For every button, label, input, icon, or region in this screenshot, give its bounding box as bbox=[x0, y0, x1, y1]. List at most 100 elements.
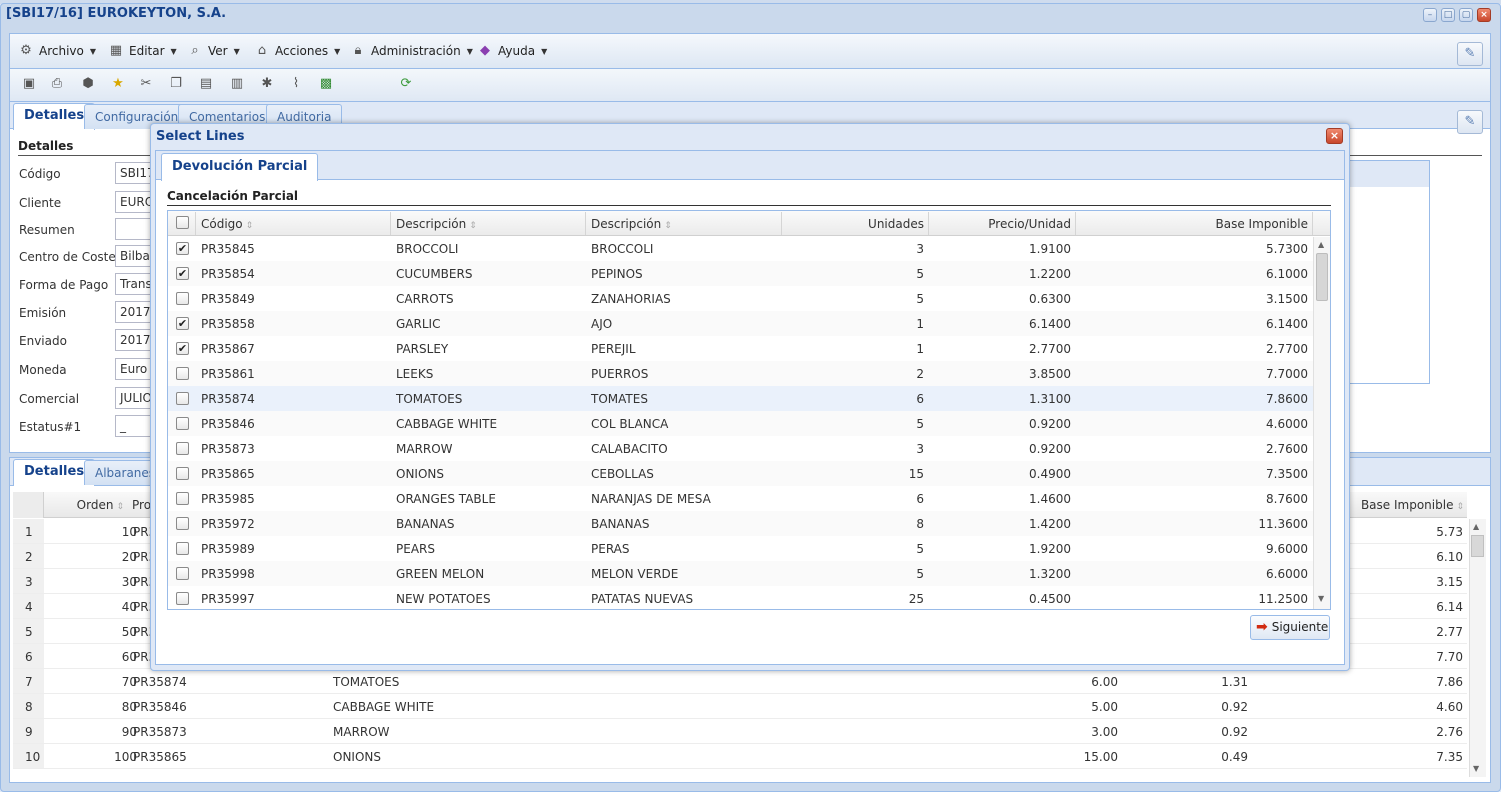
delete-icon[interactable]: ⬢ bbox=[79, 75, 97, 93]
tab-devolucion-parcial[interactable]: Devolución Parcial bbox=[161, 153, 319, 181]
table-row[interactable]: PR35985 ORANGES TABLE NARANJAS DE MESA 6 1.4… bbox=[168, 486, 1313, 511]
field-centro-coste[interactable]: Bilbao bbox=[115, 245, 155, 267]
menu-ver[interactable]: ⌕ Ver ▼ bbox=[187, 43, 239, 59]
cut-icon[interactable]: ✂ bbox=[137, 75, 155, 93]
tab-lineas-detalles[interactable]: Detalles bbox=[13, 459, 96, 486]
menu-editar[interactable]: ▦ Editar ▼ bbox=[108, 43, 177, 59]
save-icon[interactable]: ▣ bbox=[20, 75, 38, 93]
attach-icon[interactable]: ⌇ bbox=[287, 75, 305, 93]
cell-base-imponible: 7.86 bbox=[1436, 675, 1463, 689]
col-header-orden[interactable]: Orden ⇕ bbox=[60, 498, 124, 512]
menu-archivo[interactable]: ⚙ Archivo ▼ bbox=[18, 43, 96, 59]
col-header-base-imponible[interactable]: Base Imponible ⇕ bbox=[1340, 498, 1464, 512]
field-moneda[interactable]: Euro bbox=[115, 358, 155, 380]
table-row[interactable]: PR35873 MARROW CALABACITO 3 0.9200 2.7600 bbox=[168, 436, 1313, 461]
table-row[interactable]: PR35874 TOMATOES TOMATES 6 1.3100 7.8600 bbox=[168, 386, 1313, 411]
window-restore-button[interactable]: □ bbox=[1441, 8, 1455, 22]
col-header-producto[interactable]: Pro bbox=[132, 498, 151, 512]
dialog-close-button[interactable]: × bbox=[1326, 128, 1343, 144]
refresh-icon[interactable]: ⟳ bbox=[397, 75, 415, 93]
table-row[interactable]: ✔ PR35845 BROCCOLI BROCCOLI 3 1.9100 5.7300 bbox=[168, 236, 1313, 261]
row-checkbox[interactable] bbox=[176, 592, 189, 605]
field-codigo[interactable]: SBI17 bbox=[115, 162, 155, 184]
col-header-precio-unidad[interactable]: Precio/Unidad bbox=[931, 217, 1071, 231]
excel-icon[interactable]: ▩ bbox=[317, 75, 335, 93]
window-close-button[interactable]: × bbox=[1477, 8, 1491, 22]
window-maximize-button[interactable]: ▢ bbox=[1459, 8, 1473, 22]
row-checkbox[interactable] bbox=[176, 417, 189, 430]
field-emision[interactable]: 2017-0 bbox=[115, 301, 155, 323]
select-grid-scroll-thumb[interactable] bbox=[1316, 253, 1328, 301]
row-checkbox[interactable] bbox=[176, 517, 189, 530]
table-row[interactable]: ✔ PR35858 GARLIC AJO 1 6.1400 6.1400 bbox=[168, 311, 1313, 336]
col-header-unidades[interactable]: Unidades bbox=[784, 217, 924, 231]
row-checkbox[interactable] bbox=[176, 492, 189, 505]
window-minimize-button[interactable]: – bbox=[1423, 8, 1437, 22]
row-checkbox[interactable] bbox=[176, 292, 189, 305]
field-enviado[interactable]: 2017-0 bbox=[115, 329, 155, 351]
field-forma-pago[interactable]: Trans bbox=[115, 273, 155, 295]
row-checkbox[interactable]: ✔ bbox=[176, 242, 189, 255]
lines-grid-scrollbar[interactable] bbox=[1469, 519, 1486, 777]
col-header-base-imponible-dlg[interactable]: Base Imponible bbox=[1078, 217, 1309, 231]
table-row[interactable]: PR35865 ONIONS CEBOLLAS 15 0.4900 7.3500 bbox=[168, 461, 1313, 486]
row-checkbox[interactable] bbox=[176, 467, 189, 480]
field-cliente[interactable]: EURO bbox=[115, 191, 155, 213]
lines-grid-scroll-thumb[interactable] bbox=[1471, 535, 1484, 557]
row-number: 10 bbox=[25, 750, 41, 764]
export-icon[interactable]: ✱ bbox=[258, 75, 276, 93]
cell-codigo: PR35854 bbox=[201, 267, 255, 281]
row-checkbox[interactable]: ✔ bbox=[176, 342, 189, 355]
table-row[interactable]: ✔ PR35854 CUCUMBERS PEPINOS 5 1.2200 6.1000 bbox=[168, 261, 1313, 286]
field-estatus[interactable]: _ bbox=[115, 415, 155, 437]
table-row[interactable]: PR35997 NEW POTATOES PATATAS NUEVAS 25 0.450… bbox=[168, 586, 1313, 611]
menu-ayuda[interactable]: ◆ Ayuda ▼ bbox=[477, 43, 547, 59]
table-row[interactable]: PR35972 BANANAS BANANAS 8 1.4200 11.3600 bbox=[168, 511, 1313, 536]
row-checkbox[interactable] bbox=[176, 567, 189, 580]
row-checkbox[interactable]: ✔ bbox=[176, 267, 189, 280]
table-row[interactable]: 8 80 PR35846 CABBAGE WHITE 5.00 0.92 4.60 bbox=[13, 694, 1467, 719]
col-header-descripcion-es[interactable]: Descripción ⇕ bbox=[591, 217, 672, 231]
paste-icon[interactable]: ▤ bbox=[197, 75, 215, 93]
scroll-down-icon[interactable]: ▼ bbox=[1318, 594, 1324, 603]
cell-codigo: PR35997 bbox=[201, 592, 255, 606]
row-checkbox[interactable] bbox=[176, 392, 189, 405]
row-checkbox[interactable] bbox=[176, 442, 189, 455]
menu-administracion[interactable]: 🔒︎ Administración ▼ bbox=[350, 43, 473, 59]
chevron-down-icon: ▼ bbox=[170, 46, 177, 56]
row-checkbox[interactable] bbox=[176, 367, 189, 380]
field-comercial[interactable]: JULIO bbox=[115, 387, 155, 409]
table-row[interactable]: PR35989 PEARS PERAS 5 1.9200 9.6000 bbox=[168, 536, 1313, 561]
table-row[interactable]: PR35998 GREEN MELON MELON VERDE 5 1.3200 6.60… bbox=[168, 561, 1313, 586]
field-resumen[interactable] bbox=[115, 218, 155, 240]
tab-detalles[interactable]: Detalles bbox=[13, 103, 96, 130]
row-checkbox[interactable] bbox=[176, 542, 189, 555]
table-row[interactable]: 10 100 PR35865 ONIONS 15.00 0.49 7.35 bbox=[13, 744, 1467, 769]
edit-panel-button[interactable]: ✎ bbox=[1457, 110, 1483, 134]
next-button[interactable]: ➡ Siguiente bbox=[1250, 615, 1330, 640]
table-row[interactable]: PR35846 CABBAGE WHITE COL BLANCA 5 0.9200 4.6… bbox=[168, 411, 1313, 436]
favorite-star-icon[interactable]: ★ bbox=[109, 75, 127, 93]
cell-unidades: 2 bbox=[916, 367, 924, 381]
cell-orden: 10 bbox=[121, 525, 137, 539]
table-row[interactable]: PR35849 CARROTS ZANAHORIAS 5 0.6300 3.1500 bbox=[168, 286, 1313, 311]
table-row[interactable]: 9 90 PR35873 MARROW 3.00 0.92 2.76 bbox=[13, 719, 1467, 744]
cell-unidades: 3 bbox=[916, 242, 924, 256]
menu-acciones[interactable]: ⌂ Acciones ▼ bbox=[254, 43, 340, 59]
col-header-codigo[interactable]: Código ⇕ bbox=[201, 217, 253, 231]
col-header-descripcion[interactable]: Descripción ⇕ bbox=[396, 217, 477, 231]
cell-unidades: 3.00 bbox=[1091, 725, 1118, 739]
table-row[interactable]: PR35861 LEEKS PUERROS 2 3.8500 7.7000 bbox=[168, 361, 1313, 386]
print-icon[interactable]: ⎙ bbox=[48, 75, 66, 93]
select-all-checkbox[interactable] bbox=[176, 216, 189, 229]
copy-icon[interactable]: ❐ bbox=[167, 75, 185, 93]
scroll-up-icon[interactable]: ▲ bbox=[1318, 240, 1324, 249]
table-row[interactable]: ✔ PR35867 PARSLEY PEREJIL 1 2.7700 2.7700 bbox=[168, 336, 1313, 361]
row-checkbox[interactable]: ✔ bbox=[176, 317, 189, 330]
edit-layout-button[interactable]: ✎ bbox=[1457, 42, 1483, 66]
scroll-down-icon[interactable]: ▼ bbox=[1473, 764, 1479, 773]
report-icon[interactable]: ▥ bbox=[228, 75, 246, 93]
cell-precio: 0.49 bbox=[1221, 750, 1248, 764]
table-row[interactable]: 7 70 PR35874 TOMATOES 6.00 1.31 7.86 bbox=[13, 669, 1467, 694]
scroll-up-icon[interactable]: ▲ bbox=[1473, 522, 1479, 531]
